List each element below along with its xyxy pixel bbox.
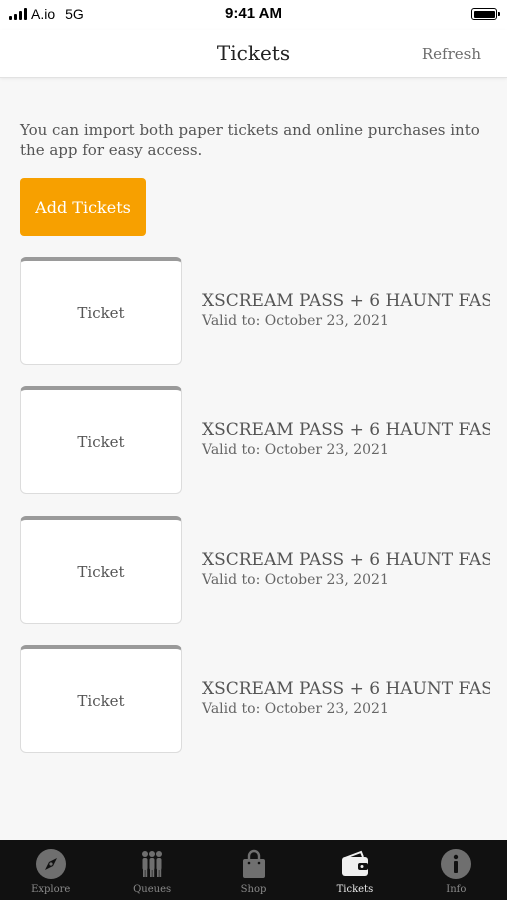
navigation-bar: Tickets Refresh xyxy=(0,30,507,78)
battery-icon xyxy=(471,8,500,20)
ticket-name: XSCREAM PASS + 6 HAUNT FAST T... xyxy=(202,550,490,570)
tab-label: Queues xyxy=(133,884,172,895)
add-tickets-button[interactable]: Add Tickets xyxy=(20,178,146,236)
refresh-button[interactable]: Refresh xyxy=(422,45,481,63)
compass-icon xyxy=(35,849,66,879)
ticket-valid-date: Valid to: October 23, 2021 xyxy=(202,442,389,458)
tab-label: Tickets xyxy=(336,884,374,895)
ticket-name: XSCREAM PASS + 6 HAUNT FAST T... xyxy=(202,679,490,699)
tab-info[interactable]: Info xyxy=(406,840,507,900)
tab-queues[interactable]: Queues xyxy=(101,840,202,900)
tab-label: Info xyxy=(446,884,467,895)
ticket-name: XSCREAM PASS + 6 HAUNT FAST T... xyxy=(202,420,490,440)
tab-label: Explore xyxy=(31,884,71,895)
people-icon xyxy=(142,851,163,877)
tab-label: Shop xyxy=(240,884,267,895)
ticket-row[interactable]: Ticket XSCREAM PASS + 6 HAUNT FAST T... … xyxy=(20,645,490,753)
intro-text: You can import both paper tickets and on… xyxy=(20,121,480,159)
tab-shop[interactable]: Shop xyxy=(203,840,304,900)
ticket-card: Ticket xyxy=(20,257,182,365)
ticket-row[interactable]: Ticket XSCREAM PASS + 6 HAUNT FAST T... … xyxy=(20,516,490,624)
tab-bar: Explore Queues Shop Tickets Info xyxy=(0,840,507,900)
ticket-row[interactable]: Ticket XSCREAM PASS + 6 HAUNT FAST T... … xyxy=(20,386,490,494)
wallet-icon xyxy=(341,850,368,876)
ticket-row[interactable]: Ticket XSCREAM PASS + 6 HAUNT FAST T... … xyxy=(20,257,490,365)
ticket-valid-date: Valid to: October 23, 2021 xyxy=(202,701,389,717)
shopping-bag-icon xyxy=(242,849,265,878)
tab-tickets[interactable]: Tickets xyxy=(304,840,405,900)
ticket-card: Ticket xyxy=(20,645,182,753)
ticket-card: Ticket xyxy=(20,386,182,494)
tab-explore[interactable]: Explore xyxy=(0,840,101,900)
status-bar: A.io 5G 9:41 AM xyxy=(0,0,507,30)
ticket-name: XSCREAM PASS + 6 HAUNT FAST T... xyxy=(202,291,490,311)
ticket-card: Ticket xyxy=(20,516,182,624)
ticket-valid-date: Valid to: October 23, 2021 xyxy=(202,572,389,588)
status-time: 9:41 AM xyxy=(225,5,282,22)
info-icon xyxy=(441,849,472,879)
ticket-valid-date: Valid to: October 23, 2021 xyxy=(202,313,389,329)
